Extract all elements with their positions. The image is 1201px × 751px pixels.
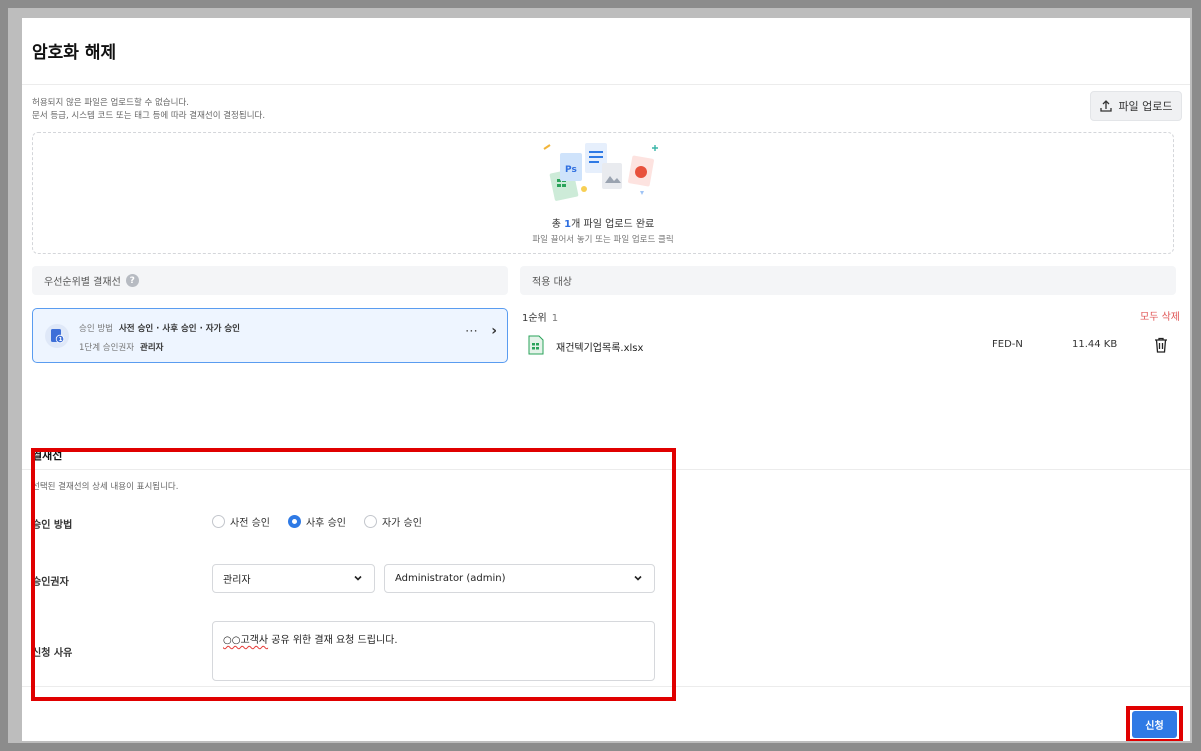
approval-method-radio-group: 사전 승인 사후 승인 자가 승인 <box>212 514 422 529</box>
radio-circle-post[interactable] <box>287 515 301 528</box>
card-method-label: 승인 방법 <box>79 324 113 334</box>
upload-status-suffix: 개 파일 업로드 완료 <box>571 219 655 230</box>
approver-user-select[interactable]: Administrator (admin) <box>384 564 655 593</box>
file-types-illustration-icon: Ps <box>543 143 658 201</box>
radio-self-approval[interactable]: 자가 승인 <box>363 514 422 529</box>
file-class: FED-N <box>992 339 1023 350</box>
notice-line-2: 문서 등급, 시스템 코드 또는 태그 등에 따라 결재선이 결정됩니다. <box>32 111 266 121</box>
file-upload-button[interactable]: 파일 업로드 <box>1090 91 1182 121</box>
delete-all-link[interactable]: 모두 삭제 <box>1140 308 1180 323</box>
approval-line-card[interactable]: 1 승인 방법 사전 승인 · 사후 승인 · 자가 승인 1단계 승인권자 관리자… <box>32 308 508 363</box>
reason-text: 공유 위한 결재 요청 드립니다. <box>268 635 398 646</box>
target-title: 적용 대상 <box>532 277 572 288</box>
header-divider <box>22 84 1190 85</box>
rank-label: 1순위 1 <box>522 309 558 324</box>
card-approver-label: 1단계 승인권자 <box>79 343 135 353</box>
decrypt-request-page: 암호화 해제 허용되지 않은 파일은 업로드할 수 없습니다. 문서 등급, 시… <box>22 18 1190 741</box>
file-row: 재건텍기업목록.xlsx FED-N 11.44 KB <box>526 334 1176 358</box>
radio-pre-approval[interactable]: 사전 승인 <box>212 514 270 529</box>
screenshot-frame: 암호화 해제 허용되지 않은 파일은 업로드할 수 없습니다. 문서 등급, 시… <box>8 8 1192 743</box>
approval-doc-icon: 1 <box>45 324 69 348</box>
section-divider <box>22 469 1190 470</box>
approval-line-title: 결재선 <box>32 449 63 462</box>
radio-post-label: 사후 승인 <box>305 518 346 529</box>
radio-post-approval[interactable]: 사후 승인 <box>287 514 346 529</box>
card-method-row: 승인 방법 사전 승인 · 사후 승인 · 자가 승인 <box>79 322 240 334</box>
highlight-box-submit: 신청 <box>1126 706 1183 741</box>
footer-divider <box>22 686 1190 687</box>
file-name: 재건텍기업목록.xlsx <box>556 343 644 354</box>
card-approver-value: 관리자 <box>140 343 164 353</box>
reason-spellcheck-word: ○○고객사 <box>223 635 269 646</box>
chevron-right-icon[interactable]: › <box>491 323 497 339</box>
radio-circle-pre[interactable] <box>212 515 225 528</box>
file-dropzone[interactable]: Ps 총 1개 파일 업로드 완료 파일 끌어서 놓기 또는 파일 업로드 클릭 <box>32 132 1174 254</box>
reason-textarea[interactable]: ○○고객사 공유 위한 결재 요청 드립니다. <box>212 621 655 681</box>
card-approver-row: 1단계 승인권자 관리자 <box>79 341 164 353</box>
approval-priority-header: 우선순위별 결재선 ? <box>32 266 508 295</box>
approver-role-select[interactable]: 관리자 <box>212 564 375 593</box>
more-options-icon[interactable]: ⋯ <box>465 324 479 339</box>
card-method-value: 사전 승인 · 사후 승인 · 자가 승인 <box>118 324 240 334</box>
excel-file-icon <box>528 335 544 355</box>
dropzone-hint: 파일 끌어서 놓기 또는 파일 업로드 클릭 <box>532 235 674 245</box>
file-upload-label: 파일 업로드 <box>1118 100 1173 113</box>
rank-text: 1순위 <box>522 313 547 324</box>
trash-icon[interactable] <box>1154 337 1168 353</box>
approval-line-description: 선택된 결재선의 상세 내용이 표시됩니다. <box>32 482 179 492</box>
svg-text:1: 1 <box>59 337 63 343</box>
page-title: 암호화 해제 <box>32 43 117 63</box>
upload-notice: 허용되지 않은 파일은 업로드할 수 없습니다. 문서 등급, 시스템 코드 또… <box>32 97 265 123</box>
chevron-down-icon <box>634 575 642 581</box>
upload-icon <box>1100 100 1113 112</box>
svg-text:Ps: Ps <box>565 165 577 175</box>
approval-priority-title: 우선순위별 결재선 <box>44 277 121 288</box>
notice-line-1: 허용되지 않은 파일은 업로드할 수 없습니다. <box>32 98 189 108</box>
upload-status: 총 1개 파일 업로드 완료 <box>33 215 1173 230</box>
radio-self-label: 자가 승인 <box>381 518 422 529</box>
submit-button[interactable]: 신청 <box>1132 711 1177 738</box>
approver-role-value: 관리자 <box>223 575 251 586</box>
radio-circle-self[interactable] <box>363 515 377 528</box>
upload-status-prefix: 총 <box>551 219 565 230</box>
approver-label: 승인권자 <box>32 577 69 588</box>
approval-method-label: 승인 방법 <box>32 520 73 531</box>
help-icon[interactable]: ? <box>125 274 139 287</box>
radio-pre-label: 사전 승인 <box>230 518 270 529</box>
target-header: 적용 대상 <box>520 266 1176 295</box>
rank-count: 1 <box>551 313 559 324</box>
approver-user-value: Administrator (admin) <box>395 573 506 584</box>
chevron-down-icon <box>354 575 362 581</box>
reason-label: 신청 사유 <box>32 648 73 659</box>
file-size: 11.44 KB <box>1072 339 1118 350</box>
